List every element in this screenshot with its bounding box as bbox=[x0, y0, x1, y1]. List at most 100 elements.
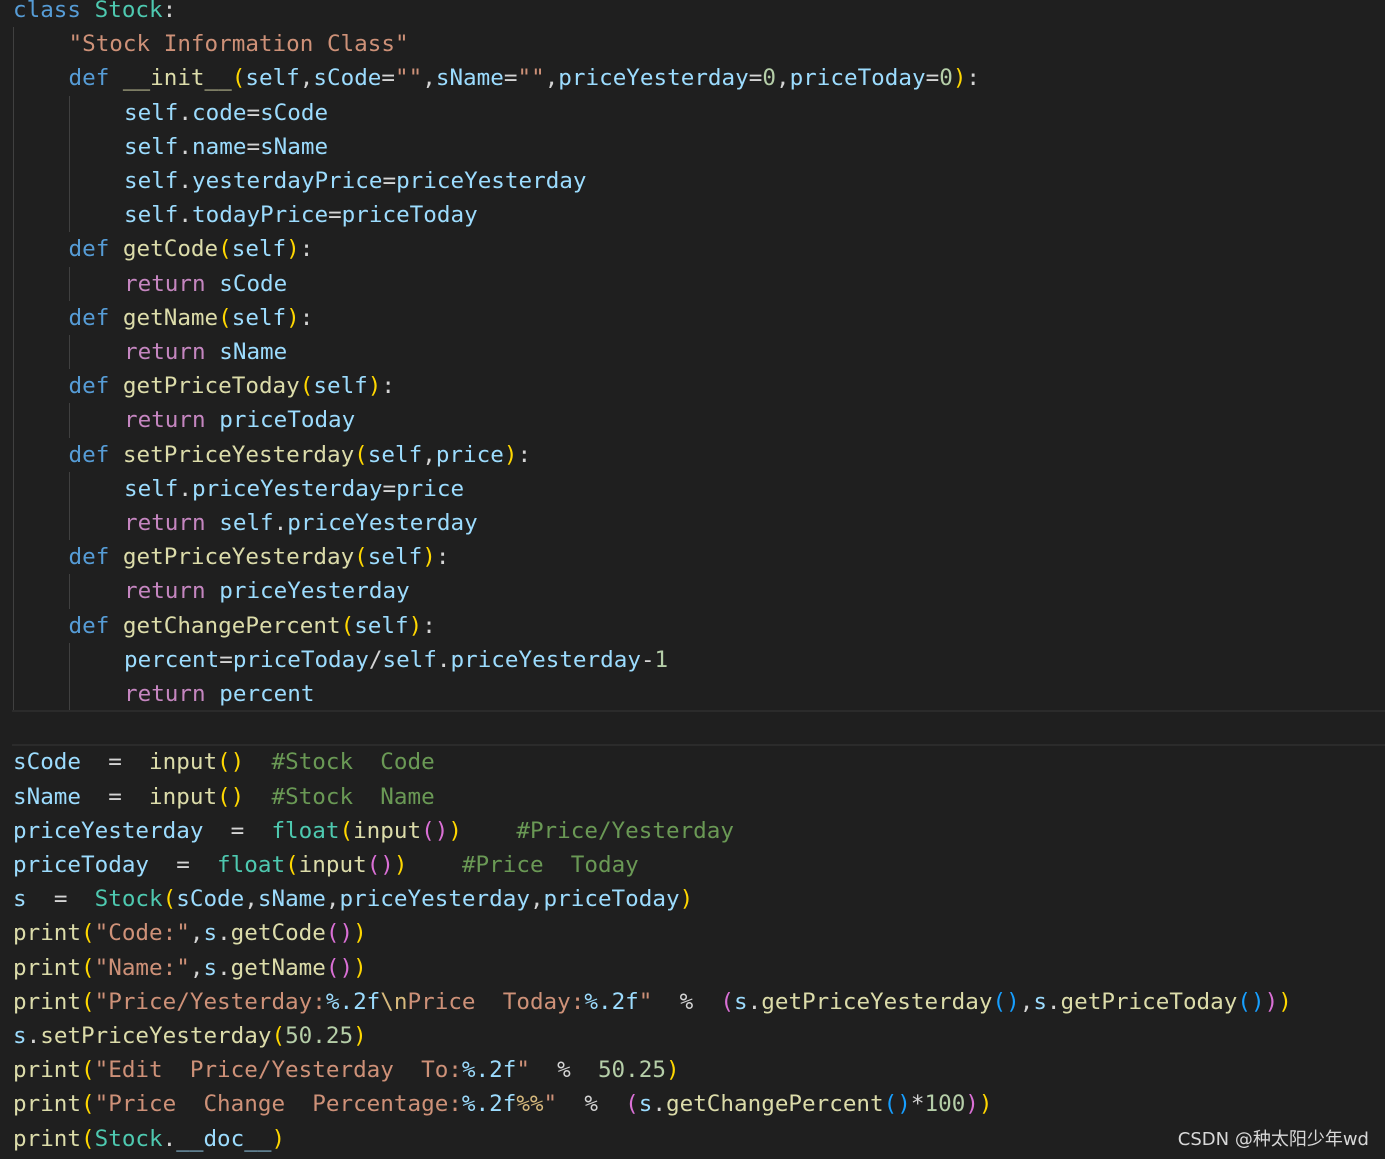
indent-guide bbox=[68, 335, 70, 370]
code-token: ) bbox=[503, 441, 518, 468]
code-line[interactable]: def getPriceYesterday(self): bbox=[69, 540, 450, 574]
code-token: " bbox=[638, 988, 653, 1015]
code-token: = bbox=[748, 65, 763, 92]
code-line[interactable]: return priceToday bbox=[124, 403, 355, 437]
code-token: input bbox=[149, 749, 218, 776]
code-token: ) bbox=[393, 852, 408, 878]
code-line[interactable]: sName = input() #Stock Name bbox=[13, 780, 435, 814]
code-token: getPriceYesterday bbox=[122, 544, 355, 571]
code-token: priceToday bbox=[13, 852, 150, 878]
code-token: , bbox=[189, 954, 204, 981]
code-token: , bbox=[325, 886, 340, 913]
code-token: name bbox=[192, 133, 247, 160]
code-token: sCode bbox=[13, 749, 82, 776]
code-token: . bbox=[178, 133, 193, 160]
code-token: ( bbox=[720, 988, 735, 1015]
code-token: "" bbox=[517, 65, 545, 92]
code-token: def bbox=[68, 612, 110, 639]
code-token: priceYesterday bbox=[13, 817, 204, 844]
code-line[interactable]: print("Price/Yesterday:%.2f\nPrice Today… bbox=[13, 985, 1292, 1019]
code-line[interactable]: self.priceYesterday=price bbox=[124, 472, 464, 506]
code-line[interactable]: print("Price Change Percentage:%.2f%%" %… bbox=[13, 1087, 993, 1121]
code-token: getChangePercent bbox=[122, 612, 341, 639]
code-token: Price Today: bbox=[407, 988, 585, 1015]
code-token: ( bbox=[339, 817, 354, 844]
code-token: #Stock Name bbox=[271, 783, 435, 810]
code-token: %.2f bbox=[584, 988, 639, 1015]
code-line[interactable]: return percent bbox=[124, 677, 314, 711]
code-editor[interactable]: class Stock: "Stock Information Class" def… bbox=[0, 0, 1385, 1159]
code-token: ) bbox=[1278, 988, 1292, 1015]
code-token: return bbox=[124, 681, 206, 707]
code-line[interactable]: "Stock Information Class" bbox=[69, 27, 409, 61]
code-token: ) bbox=[271, 1125, 286, 1152]
code-line[interactable]: print("Name:",s.getName()) bbox=[13, 951, 367, 985]
code-token: sName bbox=[435, 65, 504, 92]
code-line[interactable]: return priceYesterday bbox=[124, 574, 410, 608]
code-token: % bbox=[529, 1057, 598, 1084]
code-token: % bbox=[652, 988, 721, 1015]
code-token: . bbox=[162, 1125, 177, 1152]
code-line[interactable]: self.name=sName bbox=[124, 130, 328, 164]
code-token: ( bbox=[299, 373, 314, 400]
code-token: priceToday bbox=[789, 65, 926, 92]
code-token: ( bbox=[162, 886, 177, 913]
code-token: . bbox=[217, 920, 231, 947]
code-line[interactable]: def getCode(self): bbox=[69, 232, 314, 266]
code-token: = bbox=[203, 817, 272, 844]
code-token: print bbox=[13, 988, 82, 1015]
code-line[interactable]: print(Stock.__doc__) bbox=[13, 1122, 285, 1156]
code-line[interactable]: self.yesterdayPrice=priceYesterday bbox=[124, 164, 587, 198]
code-line[interactable]: sCode = input() #Stock Code bbox=[13, 745, 435, 779]
code-token: " bbox=[516, 1057, 530, 1084]
code-token: ( bbox=[354, 544, 368, 571]
code-line[interactable]: priceToday = float(input()) #Price Today bbox=[13, 848, 639, 882]
code-token: , bbox=[244, 886, 258, 913]
code-token: : bbox=[299, 304, 314, 331]
code-line[interactable]: def __init__(self,sCode="",sName="",pric… bbox=[69, 61, 981, 95]
code-line[interactable]: def getPriceToday(self): bbox=[69, 369, 396, 403]
code-line[interactable]: s.setPriceYesterday(50.25) bbox=[13, 1019, 367, 1053]
code-line[interactable]: class Stock: bbox=[13, 0, 176, 27]
code-token: ( bbox=[285, 852, 299, 878]
code-token: () bbox=[366, 852, 394, 878]
code-token: , bbox=[422, 65, 436, 92]
code-line[interactable]: print("Edit Price/Yesterday To:%.2f" % 5… bbox=[13, 1053, 680, 1087]
code-token: self bbox=[354, 612, 409, 639]
code-token: self bbox=[231, 304, 287, 331]
code-token: %.2f bbox=[461, 1091, 517, 1118]
code-line[interactable]: self.code=sCode bbox=[124, 96, 328, 130]
code-token: - bbox=[640, 646, 655, 673]
code-line[interactable]: return sCode bbox=[124, 267, 287, 301]
code-token: ( bbox=[81, 920, 95, 947]
code-token: #Price Today bbox=[461, 852, 639, 878]
code-line[interactable]: priceYesterday = float(input()) #Price/Y… bbox=[13, 814, 734, 848]
code-token: return bbox=[124, 339, 206, 365]
code-line[interactable]: percent=priceToday/self.priceYesterday-1 bbox=[124, 643, 668, 677]
code-line[interactable]: return self.priceYesterday bbox=[124, 506, 478, 540]
code-token: ) bbox=[965, 1091, 979, 1118]
code-line[interactable]: print("Code:",s.getCode()) bbox=[13, 916, 367, 950]
code-token: self bbox=[124, 133, 179, 160]
code-token: . bbox=[26, 1023, 41, 1049]
code-token: "Stock Information Class" bbox=[68, 31, 409, 58]
code-token: () bbox=[217, 749, 245, 776]
current-line-border bbox=[12, 744, 1385, 747]
code-line[interactable]: def getName(self): bbox=[69, 301, 314, 335]
code-token: % bbox=[557, 1091, 626, 1118]
code-token: sCode bbox=[219, 270, 288, 297]
code-line[interactable]: return sName bbox=[124, 335, 287, 369]
code-token: getCode bbox=[230, 920, 326, 947]
code-line[interactable]: def getChangePercent(self): bbox=[69, 609, 436, 643]
code-token: ( bbox=[218, 236, 232, 263]
code-line[interactable]: s = Stock(sCode,sName,priceYesterday,pri… bbox=[13, 882, 693, 916]
code-token: = bbox=[81, 749, 150, 776]
code-line[interactable]: self.todayPrice=priceToday bbox=[124, 198, 478, 232]
code-line[interactable]: def setPriceYesterday(self,price): bbox=[69, 438, 532, 472]
code-token: "" bbox=[395, 65, 423, 92]
